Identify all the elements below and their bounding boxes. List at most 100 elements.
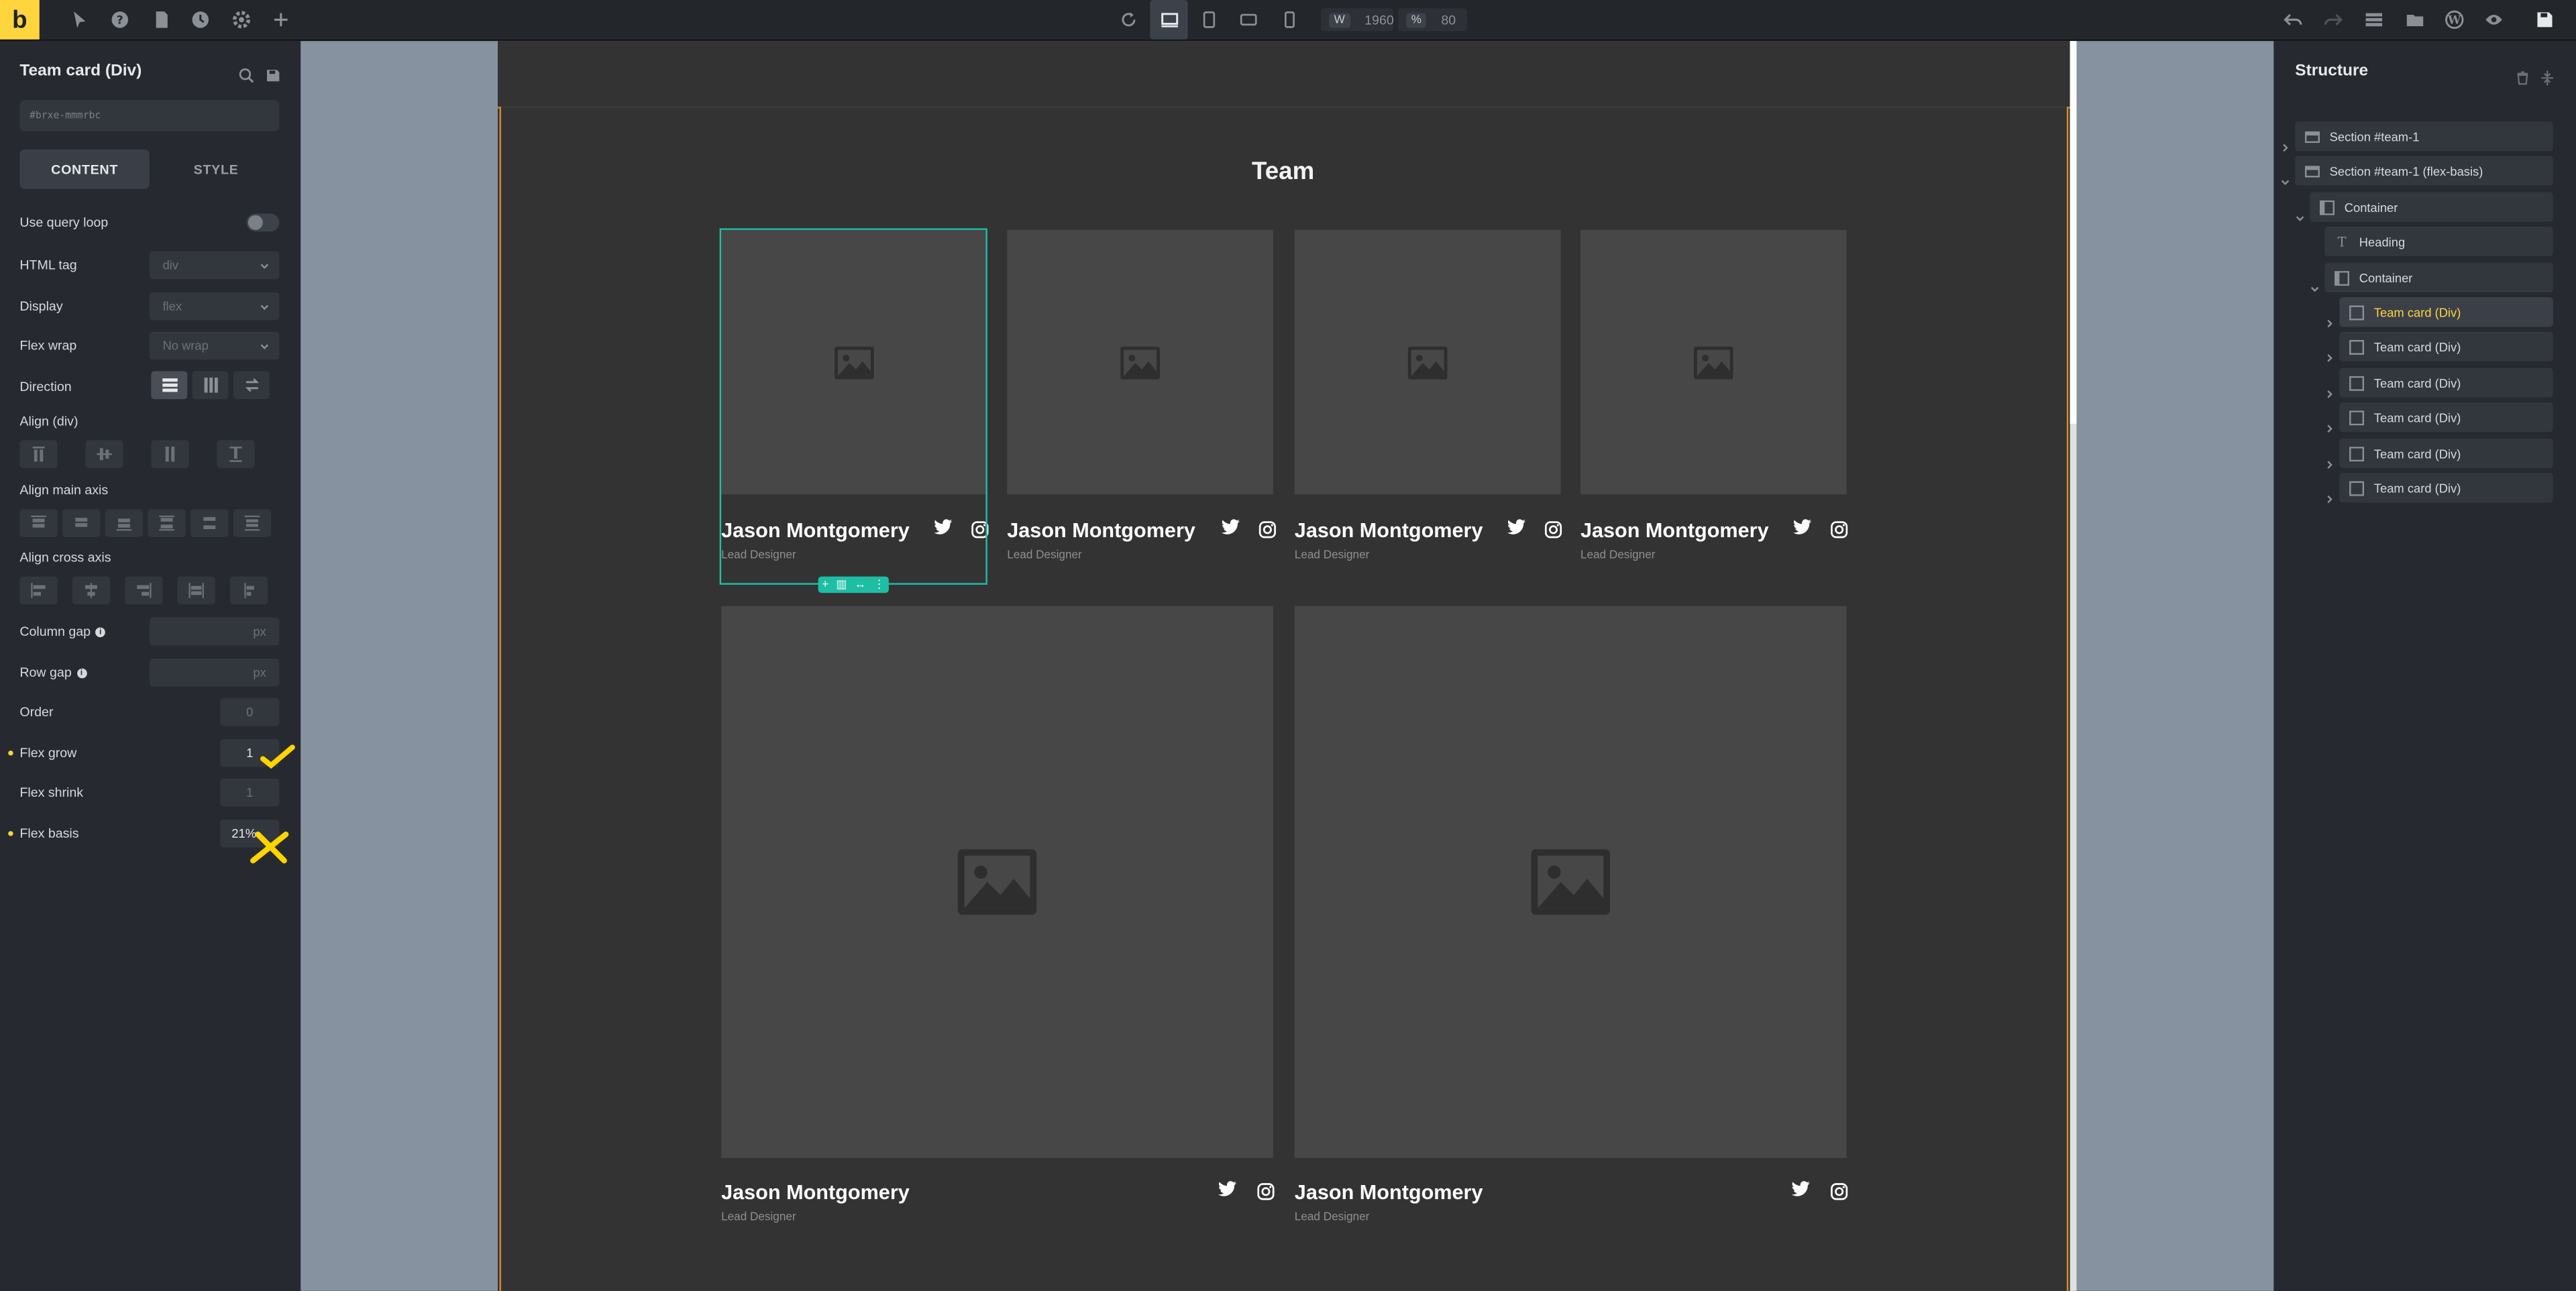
- direction-column-icon[interactable]: [192, 371, 229, 400]
- twitter-icon[interactable]: [1218, 1178, 1237, 1197]
- twitter-icon[interactable]: [933, 516, 953, 535]
- flex-wrap-select[interactable]: No wrap: [149, 331, 280, 360]
- instagram-icon[interactable]: [1258, 517, 1277, 539]
- search-icon[interactable]: [238, 62, 254, 83]
- structure-item-heading[interactable]: T Heading: [2324, 226, 2553, 257]
- structure-item-team-card[interactable]: Team card (Div): [2339, 473, 2553, 503]
- html-tag-select[interactable]: div: [149, 251, 280, 280]
- trash-icon[interactable]: [2515, 64, 2530, 85]
- twitter-icon[interactable]: [1790, 1178, 1810, 1197]
- mobile-landscape-icon[interactable]: [1236, 7, 1262, 33]
- columns-icon[interactable]: ▥: [836, 578, 847, 591]
- align-center-icon[interactable]: [85, 440, 123, 468]
- tablet-portrait-icon[interactable]: [1196, 7, 1222, 33]
- use-query-loop-toggle[interactable]: [246, 213, 280, 232]
- collapse-all-icon[interactable]: [2540, 64, 2555, 86]
- width-value[interactable]: 1960: [1364, 12, 1394, 27]
- twitter-icon[interactable]: [1792, 516, 1812, 535]
- justify-space-evenly-icon[interactable]: [233, 509, 272, 537]
- save-icon[interactable]: [2532, 7, 2558, 33]
- structure-item-container[interactable]: Container: [2324, 262, 2553, 292]
- canvas-scrollbar-thumb[interactable]: [2070, 41, 2077, 424]
- canvas-zoom-field[interactable]: % 80: [1398, 8, 1467, 32]
- card-image-placeholder[interactable]: [1294, 606, 1847, 1158]
- structure-item-team-card-selected[interactable]: Team card (Div): [2339, 297, 2553, 327]
- move-icon[interactable]: ↔: [855, 579, 866, 590]
- justify-center-icon[interactable]: [62, 509, 101, 537]
- undo-icon[interactable]: [2280, 7, 2306, 33]
- preview-eye-icon[interactable]: [2481, 7, 2507, 33]
- more-options-icon[interactable]: ⋮: [873, 578, 885, 591]
- instagram-icon[interactable]: [1830, 517, 1848, 539]
- canvas-width-field[interactable]: W 1960: [1320, 8, 1394, 32]
- direction-reverse-icon[interactable]: [233, 371, 270, 400]
- bricks-logo[interactable]: b: [0, 0, 40, 40]
- justify-start-icon[interactable]: [19, 509, 58, 537]
- reload-icon[interactable]: [1116, 7, 1142, 33]
- structure-item-container[interactable]: Container: [2310, 192, 2553, 222]
- items-stretch-icon[interactable]: [177, 576, 215, 605]
- help-icon[interactable]: ?: [107, 7, 133, 33]
- element-action-toolbar[interactable]: + ▥ ↔ ⋮: [818, 576, 889, 594]
- structure-item-team-card[interactable]: Team card (Div): [2339, 438, 2553, 468]
- chevron-down-icon[interactable]: [2280, 166, 2290, 186]
- team-card[interactable]: Jason Montgomery Lead Designer: [1580, 229, 1848, 583]
- structure-item-team-card[interactable]: Team card (Div): [2339, 331, 2553, 361]
- card-image-placeholder[interactable]: [1294, 229, 1561, 495]
- items-start-icon[interactable]: [19, 576, 58, 605]
- structure-item-team-card[interactable]: Team card (Div): [2339, 402, 2553, 433]
- flex-shrink-input[interactable]: 1: [220, 778, 280, 807]
- direction-row-icon[interactable]: [151, 371, 188, 400]
- instagram-icon[interactable]: [1830, 1179, 1848, 1200]
- team-card[interactable]: Jason Montgomery Lead Designer: [721, 606, 1275, 1247]
- card-image-placeholder[interactable]: [721, 229, 986, 495]
- card-image-placeholder[interactable]: [721, 606, 1273, 1158]
- team-card[interactable]: Jason Montgomery Lead Designer: [1007, 229, 1276, 583]
- cursor-icon[interactable]: [66, 7, 92, 33]
- save-preset-icon[interactable]: [264, 62, 280, 82]
- structure-panel-icon[interactable]: [2361, 7, 2387, 33]
- chevron-down-icon[interactable]: [2295, 202, 2305, 221]
- structure-item-section[interactable]: Section #team-1: [2295, 121, 2553, 152]
- card-image-placeholder[interactable]: [1007, 229, 1273, 495]
- chevron-right-icon[interactable]: [2324, 483, 2334, 504]
- instagram-icon[interactable]: [1256, 1179, 1275, 1200]
- add-element-icon[interactable]: [268, 7, 294, 33]
- previous-section[interactable]: [498, 41, 2070, 109]
- justify-space-between-icon[interactable]: [148, 509, 186, 537]
- chevron-right-icon[interactable]: [2324, 412, 2334, 433]
- chevron-right-icon[interactable]: [2324, 341, 2334, 362]
- row-gap-input[interactable]: px: [149, 659, 280, 687]
- mobile-portrait-icon[interactable]: [1277, 7, 1303, 33]
- structure-item-section[interactable]: Section #team-1 (flex-basis): [2295, 156, 2553, 186]
- align-stretch-icon[interactable]: [151, 440, 189, 468]
- desktop-breakpoint-icon[interactable]: [1150, 0, 1188, 40]
- order-input[interactable]: 0: [220, 697, 280, 726]
- align-bottom-icon[interactable]: [217, 440, 255, 468]
- twitter-icon[interactable]: [1507, 516, 1526, 535]
- folder-icon[interactable]: [2402, 7, 2428, 33]
- structure-item-team-card[interactable]: Team card (Div): [2339, 368, 2553, 398]
- chevron-right-icon[interactable]: [2324, 307, 2334, 328]
- chevron-right-icon[interactable]: [2280, 131, 2290, 152]
- display-select[interactable]: flex: [149, 292, 280, 321]
- chevron-down-icon[interactable]: [2310, 273, 2320, 292]
- instagram-icon[interactable]: [971, 517, 989, 539]
- card-image-placeholder[interactable]: [1580, 229, 1847, 495]
- justify-end-icon[interactable]: [105, 509, 144, 537]
- chevron-right-icon[interactable]: [2324, 449, 2334, 469]
- tab-content[interactable]: CONTENT: [19, 149, 150, 189]
- instagram-icon[interactable]: [1544, 517, 1562, 539]
- add-icon[interactable]: +: [822, 579, 828, 590]
- settings-gear-icon[interactable]: [228, 7, 254, 33]
- info-icon[interactable]: i: [95, 627, 106, 638]
- history-icon[interactable]: [187, 7, 213, 33]
- css-id-field[interactable]: #brxe-mmmrbc: [19, 100, 280, 131]
- justify-space-around-icon[interactable]: [191, 509, 229, 537]
- align-top-icon[interactable]: [19, 440, 58, 468]
- team-card[interactable]: Jason Montgomery Lead Designer: [1294, 606, 1848, 1247]
- team-card[interactable]: Jason Montgomery Lead Designer: [721, 229, 989, 583]
- pages-icon[interactable]: [148, 7, 174, 33]
- wordpress-icon[interactable]: W: [2441, 7, 2467, 33]
- twitter-icon[interactable]: [1221, 516, 1240, 535]
